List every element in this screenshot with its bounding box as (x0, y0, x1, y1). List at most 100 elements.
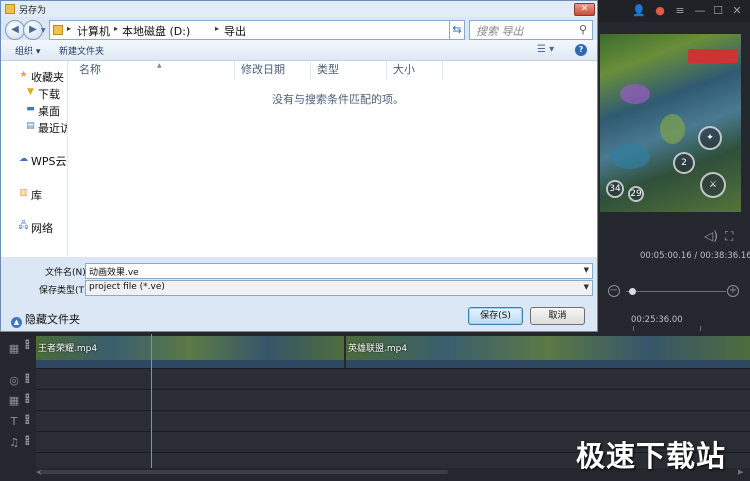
overlay-track-icon: ▦ (8, 394, 20, 407)
dialog-toolbar: 组织 ▾ 新建文件夹 ☰ ▾ ? (1, 40, 597, 61)
breadcrumb-item[interactable]: 本地磁盘 (D:) (122, 23, 190, 39)
breadcrumb-item[interactable]: 导出 (224, 23, 246, 39)
scroll-right-icon[interactable]: ▶ (738, 468, 743, 476)
close-icon[interactable]: ✕ (730, 4, 744, 18)
skill-icon: 29 (628, 186, 644, 202)
video-preview[interactable]: 34 29 2 ⚔ ✦ (600, 34, 741, 212)
timeline-ruler[interactable]: 00:25:36.00 (600, 310, 750, 332)
cloud-icon: ☁ (19, 154, 28, 164)
library-icon: ▥ (19, 188, 28, 198)
playhead[interactable] (151, 334, 152, 468)
save-form: 文件名(N): 动画效果.ve ▼ 保存类型(T): project file … (1, 257, 597, 301)
lock-icon[interactable]: ◘ ◘ (25, 394, 31, 405)
audio-waveform (36, 360, 344, 368)
message-icon[interactable]: ● (653, 4, 667, 18)
search-icon: ⚲ (578, 23, 587, 36)
history-dropdown-icon[interactable]: ▼ (41, 27, 46, 34)
cancel-button[interactable]: 取消 (530, 307, 585, 325)
zoom-out-icon[interactable]: − (608, 285, 620, 297)
folder-icon (53, 25, 63, 35)
editor-titlebar: 👤 ● ≡ — ☐ ✕ (598, 0, 750, 22)
clip-label: 王者荣耀.mp4 (38, 344, 98, 354)
skill-icon: ✦ (698, 126, 722, 150)
filename-field[interactable]: 动画效果.ve ▼ (85, 263, 593, 279)
breadcrumb-item[interactable]: 计算机 (77, 23, 110, 39)
save-as-dialog: 另存为 ✕ ◀ ▶ ▼ ▸ 计算机 ▸ 本地磁盘 (D:) ▸ 导出 ▼ ⇆ 搜… (0, 0, 598, 332)
zoom-in-icon[interactable]: + (727, 285, 739, 297)
chevron-right-icon[interactable]: ▸ (215, 24, 219, 33)
chevron-down-icon[interactable]: ▼ (584, 266, 589, 274)
user-icon[interactable]: 👤 (632, 4, 646, 18)
column-header-size[interactable]: 大小 (387, 62, 443, 80)
close-button[interactable]: ✕ (574, 3, 595, 16)
nav-item-favorites[interactable]: ★ 收藏夹 (1, 68, 67, 84)
back-button[interactable]: ◀ (5, 20, 25, 40)
timecode-display: 00:05:00.16 / 00:38:36.16 (640, 251, 750, 261)
dialog-titlebar[interactable]: 另存为 ✕ (1, 1, 597, 17)
nav-item-downloads[interactable]: ▼ 下载 (1, 85, 67, 101)
recent-icon: ▤ (26, 121, 35, 131)
new-folder-button[interactable]: 新建文件夹 (59, 44, 104, 57)
lock-icon[interactable]: ◘ ◘ (25, 415, 31, 426)
watermark: 极速下载站 (576, 439, 727, 473)
text-track-icon: T (10, 415, 18, 428)
fullscreen-icon[interactable]: ⛶ (725, 229, 733, 244)
track-headers: ▦ ◘ ◘ ◎ ◘ ◘ ▦ ◘ ◘ T ◘ ◘ ♫ ◘ ◘ (0, 334, 36, 481)
zoom-track[interactable] (626, 291, 726, 292)
search-input[interactable]: 搜索 导出 ⚲ (469, 20, 593, 40)
collapse-icon: ▲ (11, 317, 22, 328)
file-list: ▲ 名称 修改日期 类型 大小 没有与搜索条件匹配的项。 (69, 61, 597, 257)
nav-item-libraries[interactable]: ▥ 库 (1, 186, 67, 202)
minimize-icon[interactable]: — (693, 4, 707, 18)
chevron-right-icon[interactable]: ▸ (114, 24, 118, 33)
filetype-label: 保存类型(T): (39, 286, 91, 296)
ruler-time-label: 00:25:36.00 (631, 315, 683, 325)
view-options-icon[interactable]: ☰ ▾ (537, 44, 554, 55)
video-clip[interactable]: 英雄联盟.mp4 (346, 336, 750, 360)
sort-ascending-icon: ▲ (157, 62, 162, 69)
lock-icon[interactable]: ◘ ◘ (25, 436, 31, 447)
menu-icon[interactable]: ≡ (673, 4, 687, 18)
save-button[interactable]: 保存(S) (468, 307, 523, 325)
column-header-date[interactable]: 修改日期 (235, 62, 311, 80)
maximize-icon[interactable]: ☐ (711, 4, 725, 18)
nav-item-recent[interactable]: ▤ 最近访 (1, 119, 67, 135)
lock-icon[interactable]: ◘ ◘ (25, 374, 31, 385)
filetype-select[interactable]: project file (*.ve) ▼ (85, 280, 593, 296)
column-header-name[interactable]: ▲ 名称 (73, 62, 235, 80)
track-row[interactable] (36, 368, 750, 389)
music-track-icon: ♫ (9, 436, 19, 449)
desktop-icon: ▬ (26, 104, 35, 114)
video-clip[interactable]: 王者荣耀.mp4 (36, 336, 344, 360)
hide-folders-toggle[interactable]: ▲ 隐藏文件夹 (11, 311, 80, 328)
audio-waveform (346, 360, 750, 368)
address-bar[interactable]: ▸ 计算机 ▸ 本地磁盘 (D:) ▸ 导出 ▼ (49, 20, 489, 40)
column-header-type[interactable]: 类型 (311, 62, 387, 80)
nav-item-wps-cloud[interactable]: ☁ WPS云 (1, 152, 67, 168)
timeline-scrollbar[interactable] (40, 470, 448, 474)
nav-item-desktop[interactable]: ▬ 桌面 (1, 102, 67, 118)
help-icon[interactable]: ? (575, 44, 587, 56)
forward-button[interactable]: ▶ (23, 20, 43, 40)
video-track-icon: ▦ (8, 342, 20, 355)
refresh-button[interactable]: ⇆ (449, 20, 465, 40)
track-row[interactable] (36, 410, 750, 431)
dialog-body: ★ 收藏夹 ▼ 下载 ▬ 桌面 ▤ 最近访 ☁ WPS云 ▥ 库 🖧 网络 ▲ … (1, 61, 597, 257)
navigation-bar: ◀ ▶ ▼ ▸ 计算机 ▸ 本地磁盘 (D:) ▸ 导出 ▼ ⇆ 搜索 导出 ⚲ (1, 18, 597, 40)
volume-icon[interactable]: ◁) (704, 229, 718, 243)
effects-track-icon: ◎ (9, 374, 19, 387)
timeline-zoom: − + (600, 280, 750, 308)
lock-icon[interactable]: ◘ ◘ (25, 340, 31, 351)
nav-item-network[interactable]: 🖧 网络 (1, 219, 67, 235)
folder-icon (5, 4, 15, 14)
chevron-right-icon[interactable]: ▸ (67, 24, 71, 33)
network-icon: 🖧 (18, 221, 29, 231)
attack-icon: ⚔ (700, 172, 726, 198)
filename-label: 文件名(N): (45, 268, 89, 278)
track-row[interactable] (36, 389, 750, 410)
skill-icon: 2 (673, 152, 695, 174)
organize-menu[interactable]: 组织 ▾ (15, 44, 40, 57)
zoom-slider-handle[interactable] (629, 288, 636, 295)
dialog-buttons: ▲ 隐藏文件夹 保存(S) 取消 (1, 301, 597, 331)
chevron-down-icon[interactable]: ▼ (584, 283, 589, 291)
